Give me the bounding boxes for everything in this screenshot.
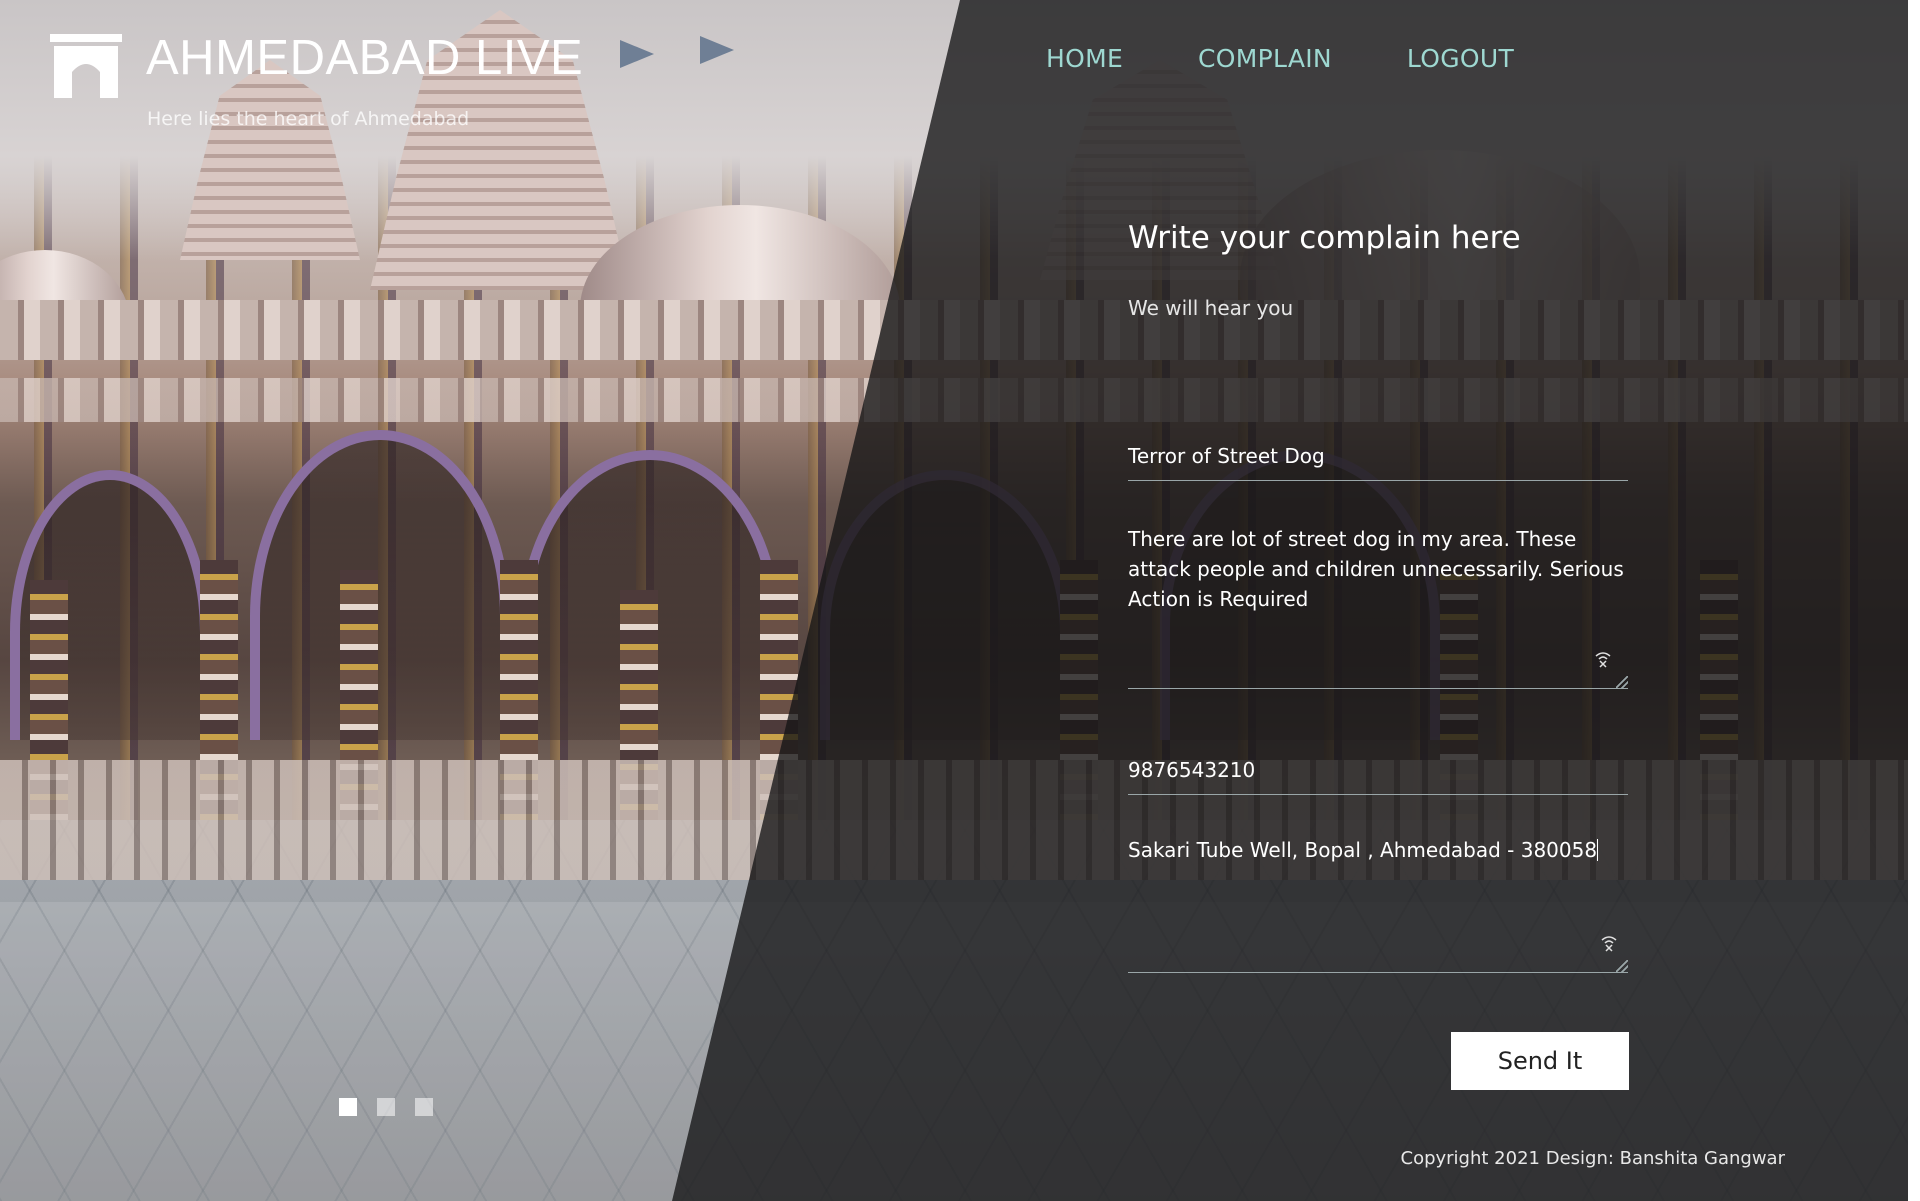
resize-grip-icon[interactable] [1616, 960, 1628, 972]
nav-complain[interactable]: COMPLAIN [1198, 44, 1332, 73]
send-button[interactable]: Send It [1451, 1032, 1629, 1090]
resize-grip-icon[interactable] [1616, 676, 1628, 688]
grammar-check-icon[interactable] [1594, 650, 1612, 668]
logo-gate-icon[interactable] [50, 34, 122, 98]
description-value: There are lot of street dog in my area. … [1128, 527, 1631, 611]
grammar-check-icon[interactable] [1600, 934, 1618, 952]
page-edge [1908, 0, 1920, 1201]
slider-dot-1[interactable] [339, 1098, 357, 1116]
slider-dot-3[interactable] [415, 1098, 433, 1116]
address-value: Sakari Tube Well, Bopal , Ahmedabad - 38… [1128, 838, 1598, 862]
nav-home[interactable]: HOME [1046, 44, 1123, 73]
flag [620, 40, 654, 68]
phone-value: 9876543210 [1128, 758, 1256, 782]
flag [700, 36, 734, 64]
slider-dot-2[interactable] [377, 1098, 395, 1116]
form-subtitle: We will hear you [1128, 296, 1294, 320]
subject-input[interactable]: Terror of Street Dog [1128, 444, 1628, 481]
copyright-text: Copyright 2021 Design: Banshita Gangwar [1400, 1148, 1786, 1169]
nav-logout[interactable]: LOGOUT [1407, 44, 1514, 73]
subject-value: Terror of Street Dog [1128, 444, 1325, 468]
slider-pagination [339, 1098, 433, 1116]
form-title: Write your complain here [1128, 220, 1521, 256]
address-textarea[interactable]: Sakari Tube Well, Bopal , Ahmedabad - 38… [1128, 838, 1628, 973]
phone-input[interactable]: 9876543210 [1128, 758, 1628, 795]
brand-tagline: Here lies the heart of Ahmedabad [147, 108, 470, 130]
brand-title[interactable]: AHMEDABAD LIVE [146, 30, 583, 86]
temple-arch [250, 430, 510, 740]
description-textarea[interactable]: There are lot of street dog in my area. … [1128, 524, 1628, 689]
text-caret [1597, 839, 1599, 861]
main-nav: HOME COMPLAIN LOGOUT [1046, 44, 1589, 73]
